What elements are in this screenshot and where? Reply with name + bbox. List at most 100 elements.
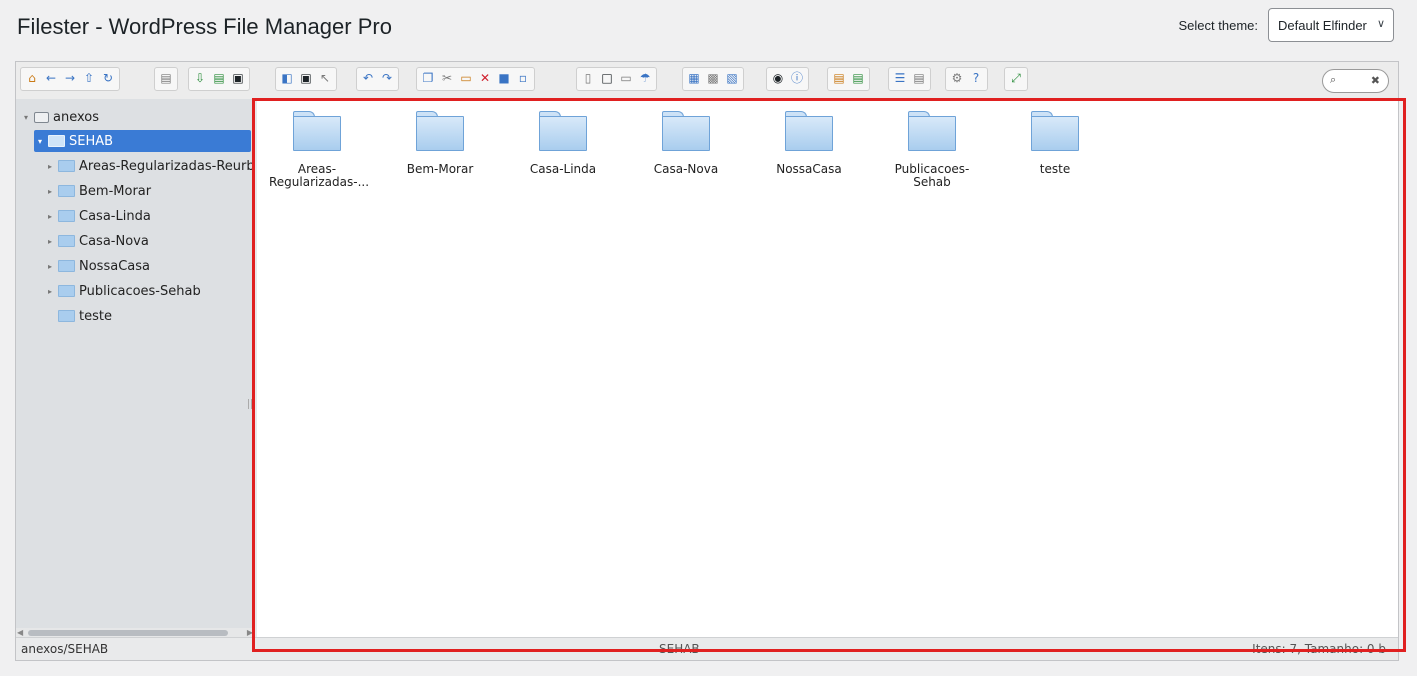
tree-item[interactable]: ▸ Casa-Linda [48,205,151,227]
expand-arrow-icon[interactable]: ▸ [48,212,58,221]
paste-icon[interactable]: ▭ [457,69,475,87]
clear-search-icon[interactable]: ✖ [1371,74,1380,87]
collapse-arrow-icon[interactable]: ▾ [24,113,34,122]
fullscreen-tool-group: ⤢ [1004,67,1028,91]
tree-item[interactable]: ▸ NossaCasa [48,255,150,277]
upload-icon[interactable]: ⇩ [191,69,209,87]
folder-icon [293,111,341,151]
folder-item-label: Areas- Regularizadas-... [269,162,370,189]
icons-view-icon[interactable]: ▦ [685,69,703,87]
folder-item-label: NossaCasa [776,162,842,176]
home-icon[interactable]: ⌂ [23,69,41,87]
tree-item[interactable]: teste [48,305,112,327]
list-view-icon[interactable]: ▧ [723,69,741,87]
folder-icon [908,111,956,151]
tree-item-label: Casa-Linda [79,208,151,224]
tree-item[interactable]: ▸ Publicacoes-Sehab [48,280,201,302]
expand-arrow-icon[interactable]: ▸ [48,187,58,196]
folder-item[interactable]: Casa-Nova [638,111,734,176]
download-icon[interactable]: ▣ [297,69,315,87]
scroll-right-icon[interactable]: ▶ [247,628,253,637]
theme-select[interactable]: Default Elfinder ∨ [1268,8,1394,42]
tree-item-label: NossaCasa [79,258,150,274]
tree-root[interactable]: ▾ anexos [24,106,99,128]
folder-icon [662,111,710,151]
edit-icon[interactable]: □ [598,69,616,87]
expand-arrow-icon[interactable]: ▸ [48,237,58,246]
places-icon[interactable]: ▤ [910,69,928,87]
extract-archive-icon[interactable]: ▤ [849,69,867,87]
rename-icon[interactable]: ▯ [579,69,597,87]
sort-tool-group: ☰ ▤ [888,67,931,91]
folder-item[interactable]: Bem-Morar [392,111,488,176]
expand-arrow-icon[interactable]: ▸ [48,162,58,171]
delete-icon[interactable]: ✕ [476,69,494,87]
tree-item-label: Areas-Regularizadas-Reurb [79,158,254,174]
theme-label: Select theme: [1178,18,1259,33]
folder-icon [785,111,833,151]
scroll-left-icon[interactable]: ◀ [17,628,23,637]
folder-icon [58,285,75,297]
tree-root-label: anexos [53,109,99,125]
folder-icon [1031,111,1079,151]
reload-icon[interactable]: ↻ [99,69,117,87]
undo-icon[interactable]: ↶ [359,69,377,87]
new-file-icon[interactable]: ▤ [210,69,228,87]
folder-item[interactable]: teste [1007,111,1103,176]
search-input[interactable]: ⌕ ✖ [1322,69,1389,93]
help-icon[interactable]: ? [967,69,985,87]
expand-arrow-icon[interactable]: ▸ [48,287,58,296]
copy-icon[interactable]: ❐ [419,69,437,87]
up-icon[interactable]: ⇧ [80,69,98,87]
status-path: anexos/SEHAB [21,642,109,656]
info-tool-group: ◉ ⓘ [766,67,809,91]
theme-select-value: Default Elfinder [1278,17,1367,33]
folder-item[interactable]: Areas- Regularizadas-... [269,111,370,189]
empty-icon[interactable]: ■ [495,69,513,87]
nav-tool-group: ⌂ ← → ⇧ ↻ [20,67,120,91]
forward-icon[interactable]: → [61,69,79,87]
small-icons-view-icon[interactable]: ▩ [704,69,722,87]
archive-tool-group: ▤ ▤ [827,67,870,91]
archive-icon[interactable]: ▤ [830,69,848,87]
drive-icon [34,111,49,123]
gear-icon[interactable]: ⚙ [948,69,966,87]
cut-icon[interactable]: ✂ [438,69,456,87]
back-icon[interactable]: ← [42,69,60,87]
tree-item[interactable]: ▸ Areas-Regularizadas-Reurb [48,155,254,177]
folder-content-area[interactable]: Areas- Regularizadas-... Bem-Morar Casa-… [257,101,1398,638]
scrollbar-thumb[interactable] [28,630,228,636]
file-tool-group: ⇩ ▤ ▣ [188,67,250,91]
edit-tool-group: ❐ ✂ ▭ ✕ ■ ▫ [416,67,535,91]
select-icon[interactable]: ↖ [316,69,334,87]
duplicate-icon[interactable]: ▫ [514,69,532,87]
open-icon[interactable]: ◧ [278,69,296,87]
folder-item[interactable]: NossaCasa [761,111,857,176]
resize-icon[interactable]: ▭ [617,69,635,87]
fullscreen-icon[interactable]: ⤢ [1007,69,1025,87]
undo-tool-group: ↶ ↷ [356,67,399,91]
netmount-icon[interactable]: ▤ [157,69,175,87]
extract-icon[interactable]: ☂ [636,69,654,87]
preview-icon[interactable]: ◉ [769,69,787,87]
save-icon[interactable]: ▣ [229,69,247,87]
toolbar: ⌂ ← → ⇧ ↻ ▤ ⇩ ▤ ▣ ◧ ▣ ↖ ↶ ↷ ❐ ✂ ▭ ✕ ■ ▫ … [16,62,1398,100]
tree-item[interactable]: ▸ Bem-Morar [48,180,151,202]
tree-item-label: teste [79,308,112,324]
folder-item[interactable]: Casa-Linda [515,111,611,176]
folder-item[interactable]: Publicacoes- Sehab [884,111,980,189]
tree-item[interactable]: ▸ Casa-Nova [48,230,149,252]
info-icon[interactable]: ⓘ [788,69,806,87]
tree-item-label: Publicacoes-Sehab [79,283,201,299]
folder-tree: ▾ anexos ▾ SEHAB ▸ Areas-Regularizadas-R… [16,99,254,638]
sort-icon[interactable]: ☰ [891,69,909,87]
navbar-resize-handle[interactable] [248,399,252,409]
collapse-arrow-icon[interactable]: ▾ [38,137,48,146]
expand-arrow-icon[interactable]: ▸ [48,262,58,271]
folder-item-label: Publicacoes- Sehab [894,162,970,189]
redo-icon[interactable]: ↷ [378,69,396,87]
file-manager: ⌂ ← → ⇧ ↻ ▤ ⇩ ▤ ▣ ◧ ▣ ↖ ↶ ↷ ❐ ✂ ▭ ✕ ■ ▫ … [15,61,1399,661]
folder-icon [416,111,464,151]
tree-item-sehab[interactable]: ▾ SEHAB [34,130,251,152]
folder-icon [539,111,587,151]
